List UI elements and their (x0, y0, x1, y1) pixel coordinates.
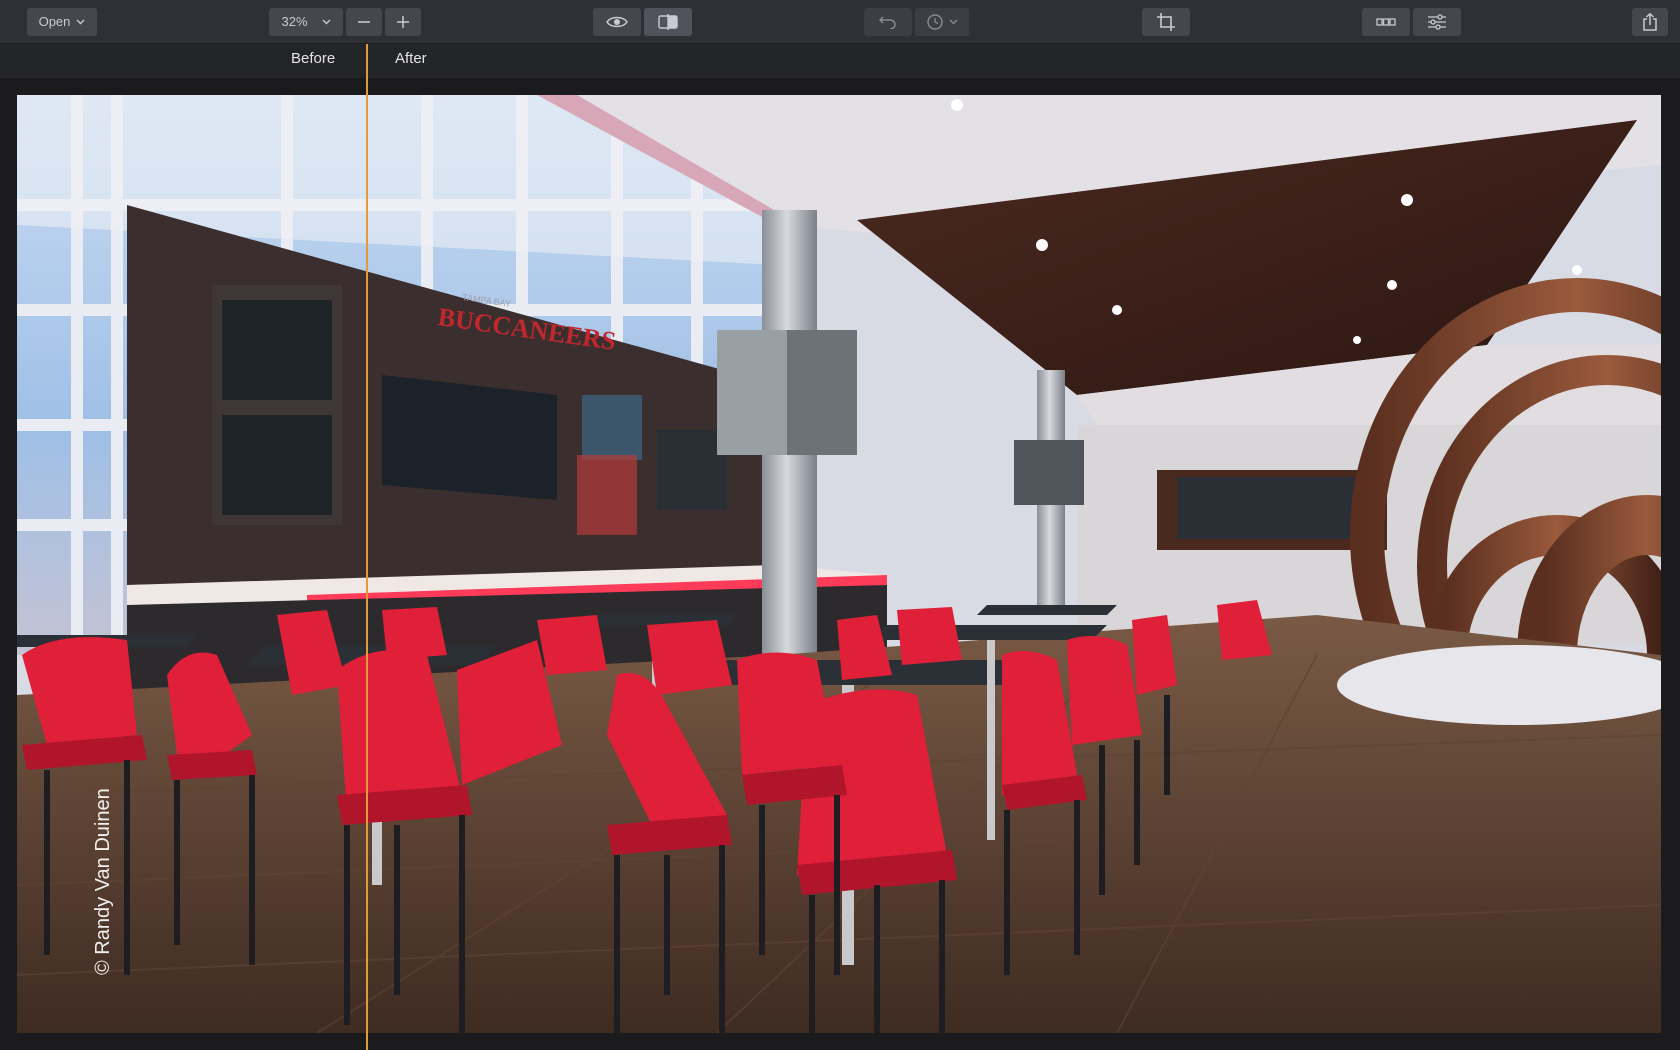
split-view-icon (658, 14, 678, 30)
chevron-down-icon (949, 19, 957, 25)
eye-icon (606, 16, 628, 28)
after-label: After (395, 50, 427, 67)
photo-canvas[interactable]: BUCCANEERS TAMPA BAY (17, 95, 1661, 1033)
crop-button[interactable] (1142, 8, 1190, 36)
undo-button[interactable] (864, 8, 912, 36)
sliders-icon (1428, 14, 1446, 30)
top-toolbar: Open 32% (0, 0, 1680, 44)
zoom-value: 32% (281, 14, 308, 29)
compare-divider-handle[interactable] (366, 44, 368, 1050)
filmstrip-button[interactable] (1362, 8, 1410, 36)
photo-image: BUCCANEERS TAMPA BAY (17, 95, 1661, 1033)
plus-icon (397, 16, 409, 28)
adjust-button[interactable] (1413, 8, 1461, 36)
compare-button[interactable] (644, 8, 692, 36)
zoom-in-button[interactable] (385, 8, 421, 36)
share-icon (1643, 13, 1657, 31)
compare-bar (0, 44, 1680, 78)
crop-icon (1157, 13, 1175, 31)
photo-watermark: © Randy Van Duinen (92, 788, 114, 975)
undo-icon (879, 16, 896, 29)
chevron-down-icon (76, 19, 85, 25)
filmstrip-icon (1376, 18, 1396, 26)
chevron-down-icon (322, 19, 331, 25)
history-button[interactable] (915, 8, 969, 36)
before-label: Before (291, 50, 336, 67)
zoom-out-button[interactable] (346, 8, 382, 36)
minus-icon (358, 21, 370, 23)
zoom-select[interactable]: 32% (269, 8, 343, 36)
share-button[interactable] (1632, 8, 1668, 36)
open-button-label: Open (38, 14, 71, 29)
preview-button[interactable] (593, 8, 641, 36)
clock-icon (926, 14, 943, 30)
open-button[interactable]: Open (27, 8, 97, 36)
